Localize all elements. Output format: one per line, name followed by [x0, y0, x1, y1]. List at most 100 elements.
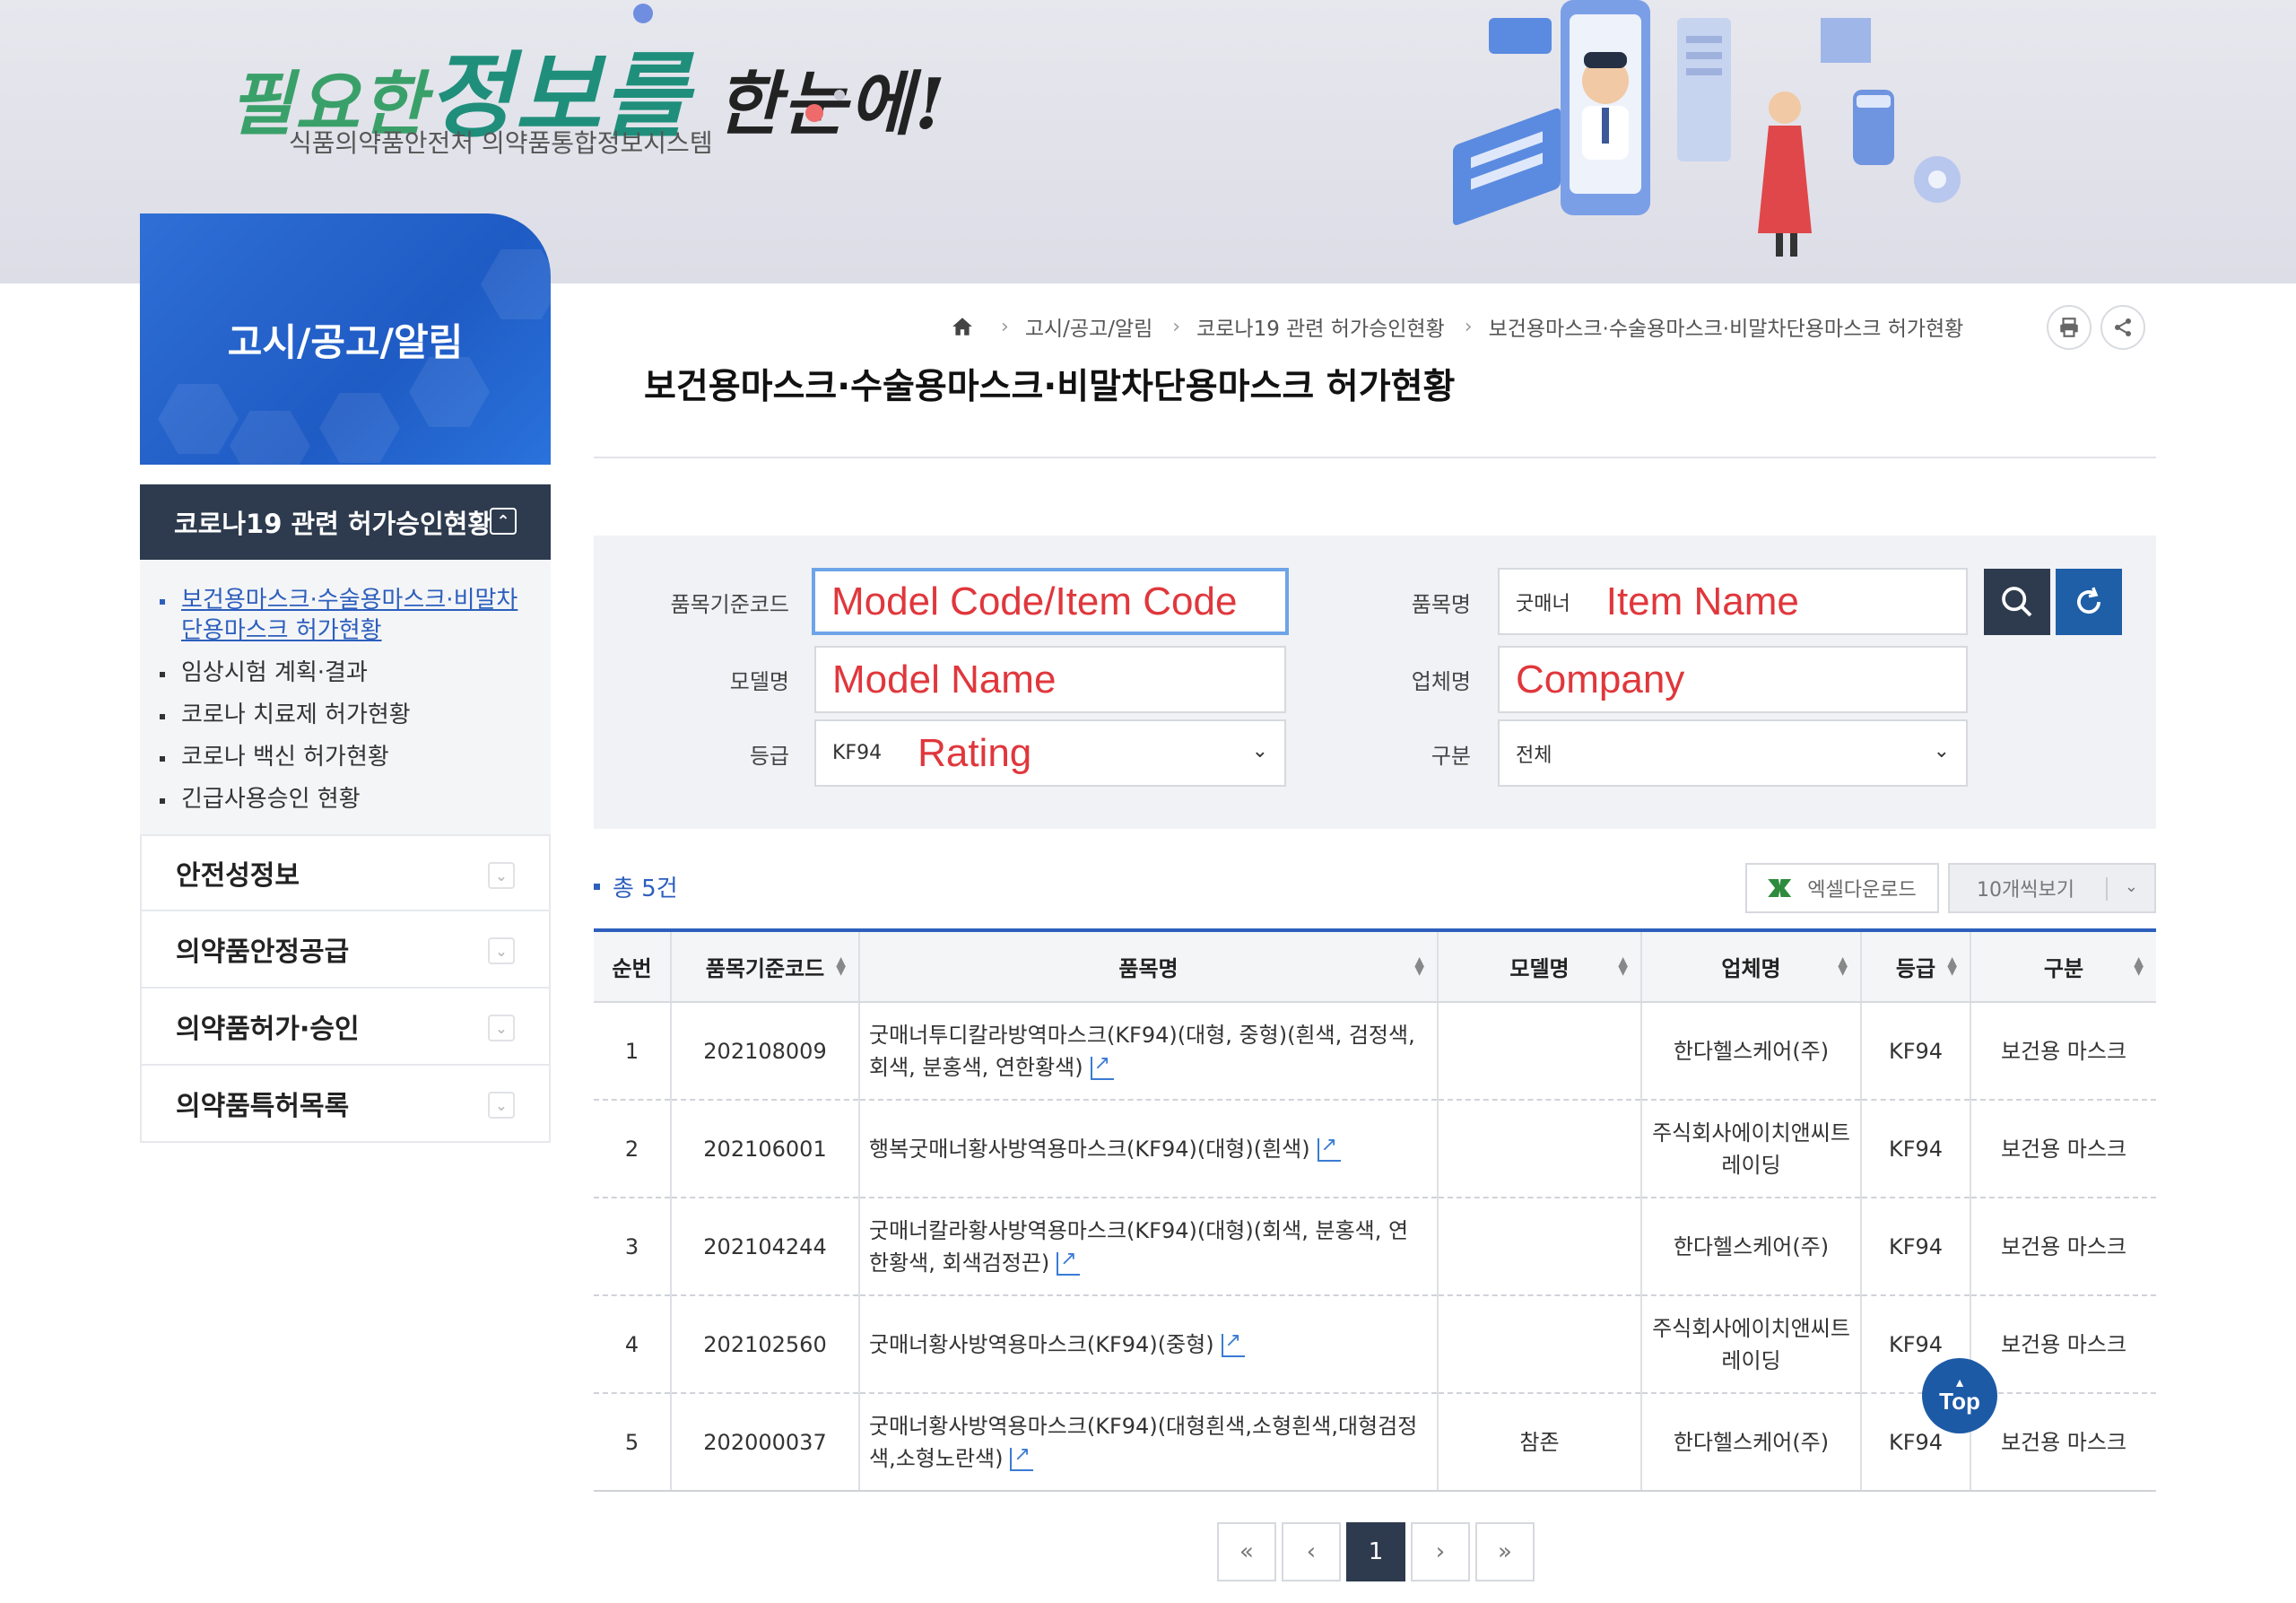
excel-download-label: 엑셀다운로드 — [1807, 879, 1917, 902]
sidebar-subitem-mask-permits[interactable]: 보건용마스크·수술용마스크·비말차단용마스크 허가현황 — [160, 585, 533, 646]
page-first-button[interactable]: « — [1217, 1522, 1276, 1581]
external-link-icon[interactable] — [1221, 1325, 1245, 1357]
scroll-top-button[interactable]: ▲ Top — [1922, 1358, 1997, 1433]
sort-icon[interactable]: ▲ ▼ — [1618, 955, 1628, 977]
grade-label: 등급 — [749, 744, 789, 769]
hexagon-decoration — [158, 384, 239, 454]
cell-code: 202000037 — [671, 1393, 860, 1492]
cell-type: 보건용 마스크 — [1970, 1393, 2156, 1492]
breadcrumb-item[interactable]: 고시/공고/알림 — [1025, 311, 1152, 342]
page-size-value: 10개씩보기 — [1977, 879, 2074, 902]
external-link-icon[interactable] — [1010, 1439, 1034, 1471]
sort-icon[interactable]: ▲ ▼ — [1838, 955, 1848, 977]
col-header-code[interactable]: 품목기준코드 ▲ ▼ — [671, 928, 860, 1003]
share-icon — [2115, 318, 2131, 336]
code-input-value: Model Code/Item Code — [831, 579, 1238, 623]
cell-name[interactable]: 굿매너칼라황사방역용마스크(KF94)(대형)(회색, 분홍색, 연한황색, 회… — [859, 1198, 1439, 1296]
excel-icon — [1768, 879, 1792, 897]
col-header-grade[interactable]: 등급 ▲ ▼ — [1861, 928, 1971, 1003]
cell-company: 한다헬스케어(주) — [1641, 1393, 1862, 1492]
chevron-right-icon: › — [1464, 315, 1473, 338]
sort-icon[interactable]: ▲ ▼ — [1947, 955, 1957, 977]
sidebar-item-label: 의약품허가·승인 — [176, 1014, 360, 1045]
breadcrumb: › 고시/공고/알림 › 코로나19 관련 허가승인현황 › 보건용마스크·수술… — [951, 305, 1983, 348]
page-last-button[interactable]: » — [1475, 1522, 1535, 1581]
cell-type: 보건용 마스크 — [1970, 1100, 2156, 1198]
cell-company: 주식회사에이치앤씨트레이딩 — [1641, 1295, 1862, 1394]
chevron-right-icon: › — [1172, 315, 1181, 338]
print-button[interactable] — [2047, 305, 2092, 350]
sidebar-item-stable-supply[interactable]: 의약품안정공급 ⌄ — [140, 911, 551, 989]
search-button[interactable] — [1984, 569, 2050, 635]
hexagon-decoration — [230, 411, 310, 465]
cell-code: 202106001 — [671, 1100, 860, 1198]
chevron-down-icon: ⌄ — [488, 937, 515, 964]
sidebar-subitem-treatments[interactable]: 코로나 치료제 허가현황 — [160, 700, 533, 730]
cell-name[interactable]: 굿매너황사방역용마스크(KF94)(중형) — [859, 1295, 1439, 1394]
sidebar-subitem-vaccines[interactable]: 코로나 백신 허가현황 — [160, 742, 533, 772]
item-name-link[interactable]: 굿매너황사방역용마스크(KF94)(중형) — [869, 1332, 1214, 1357]
external-link-icon[interactable] — [1090, 1048, 1114, 1080]
cell-model — [1438, 1002, 1642, 1101]
page-prev-button[interactable]: ‹ — [1282, 1522, 1341, 1581]
sidebar-subitem-clinical-trials[interactable]: 임상시험 계획·결과 — [160, 658, 533, 688]
item-name-value: Item Name — [1605, 579, 1799, 623]
hexagon-decoration — [319, 393, 400, 463]
col-header-company[interactable]: 업체명 ▲ ▼ — [1641, 928, 1862, 1003]
sidebar-item-patent-list[interactable]: 의약품특허목록 ⌄ — [140, 1066, 551, 1143]
table-row: 5 202000037 굿매너황사방역용마스크(KF94)(대형흰색,소형흰색,… — [594, 1393, 2156, 1492]
cell-name[interactable]: 행복굿매너황사방역용마스크(KF94)(대형)(흰색) — [859, 1100, 1439, 1198]
cell-name[interactable]: 굿매너황사방역용마스크(KF94)(대형흰색,소형흰색,대형검정색,소형노란색) — [859, 1393, 1439, 1492]
col-header-name[interactable]: 품목명 ▲ ▼ — [859, 928, 1439, 1003]
cell-type: 보건용 마스크 — [1970, 1295, 2156, 1394]
sidebar-item-drug-approval[interactable]: 의약품허가·승인 ⌄ — [140, 989, 551, 1066]
excel-download-button[interactable]: 엑셀다운로드 — [1745, 863, 1939, 913]
grade-select-current: KF94 — [832, 742, 883, 764]
col-header-model[interactable]: 모델명 ▲ ▼ — [1438, 928, 1642, 1003]
sidebar-subitem-emergency-use[interactable]: 긴급사용승인 현황 — [160, 784, 533, 815]
sort-icon[interactable]: ▲ ▼ — [1414, 955, 1424, 977]
page-number-button[interactable]: 1 — [1346, 1522, 1405, 1581]
breadcrumb-item[interactable]: 코로나19 관련 허가승인현황 — [1196, 311, 1445, 342]
cell-type: 보건용 마스크 — [1970, 1002, 2156, 1101]
model-name-input[interactable]: Model Name — [814, 646, 1286, 713]
share-button[interactable] — [2100, 305, 2145, 350]
chevron-up-icon[interactable]: ⌃ — [490, 508, 517, 535]
external-link-icon[interactable] — [1057, 1243, 1081, 1276]
cell-code: 202102560 — [671, 1295, 860, 1394]
item-name-link[interactable]: 굿매너칼라황사방역용마스크(KF94)(대형)(회색, 분홍색, 연한황색, 회… — [869, 1218, 1408, 1276]
item-name-link[interactable]: 굿매너투디칼라방역마스크(KF94)(대형, 중형)(흰색, 검정색, 회색, … — [869, 1023, 1415, 1080]
sort-icon[interactable]: ▲ ▼ — [2134, 955, 2144, 977]
external-link-icon[interactable] — [1317, 1129, 1341, 1162]
cell-no: 3 — [594, 1198, 672, 1296]
sidebar-item-safety-info[interactable]: 안전성정보 ⌄ — [140, 834, 551, 911]
company-label: 업체명 — [1411, 669, 1471, 694]
sidebar-menu-covid[interactable]: 코로나19 관련 허가승인현황 ⌃ — [140, 484, 551, 560]
cell-name[interactable]: 굿매너투디칼라방역마스크(KF94)(대형, 중형)(흰색, 검정색, 회색, … — [859, 1002, 1439, 1101]
sort-icon[interactable]: ▲ ▼ — [836, 955, 846, 977]
model-name-value: Model Name — [832, 657, 1057, 701]
type-select[interactable]: 전체 ⌄ — [1498, 719, 1968, 787]
col-header-type[interactable]: 구분 ▲ ▼ — [1970, 928, 2156, 1003]
grade-select[interactable]: KF94 Rating ⌄ — [814, 719, 1286, 787]
item-name-link[interactable]: 굿매너황사방역용마스크(KF94)(대형흰색,소형흰색,대형검정색,소형노란색) — [869, 1414, 1417, 1471]
sidebar-menu-covid-label: 코로나19 관련 허가승인현황 — [174, 509, 492, 539]
company-input[interactable]: Company — [1498, 646, 1968, 713]
reset-button[interactable] — [2056, 569, 2122, 635]
banner-illustration — [1453, 0, 1961, 257]
code-input[interactable]: Model Code/Item Code — [812, 568, 1289, 635]
item-name-input[interactable]: 굿매너 Item Name — [1498, 568, 1968, 635]
title-divider — [594, 457, 2156, 458]
home-icon[interactable] — [951, 315, 974, 338]
cell-model — [1438, 1100, 1642, 1198]
hexagon-decoration — [481, 249, 551, 319]
item-name-link[interactable]: 행복굿매너황사방역용마스크(KF94)(대형)(흰색) — [869, 1137, 1310, 1162]
cell-model — [1438, 1295, 1642, 1394]
page-size-select[interactable]: 10개씩보기 ⌄ — [1948, 863, 2156, 913]
sidebar-submenu: 보건용마스크·수술용마스크·비말차단용마스크 허가현황 임상시험 계획·결과 코… — [140, 560, 551, 834]
hexagon-decoration — [409, 357, 490, 427]
page-next-button[interactable]: › — [1411, 1522, 1470, 1581]
cell-no: 4 — [594, 1295, 672, 1394]
scroll-top-label: Top — [1939, 1387, 1980, 1415]
molecule-dot-icon — [633, 4, 653, 23]
